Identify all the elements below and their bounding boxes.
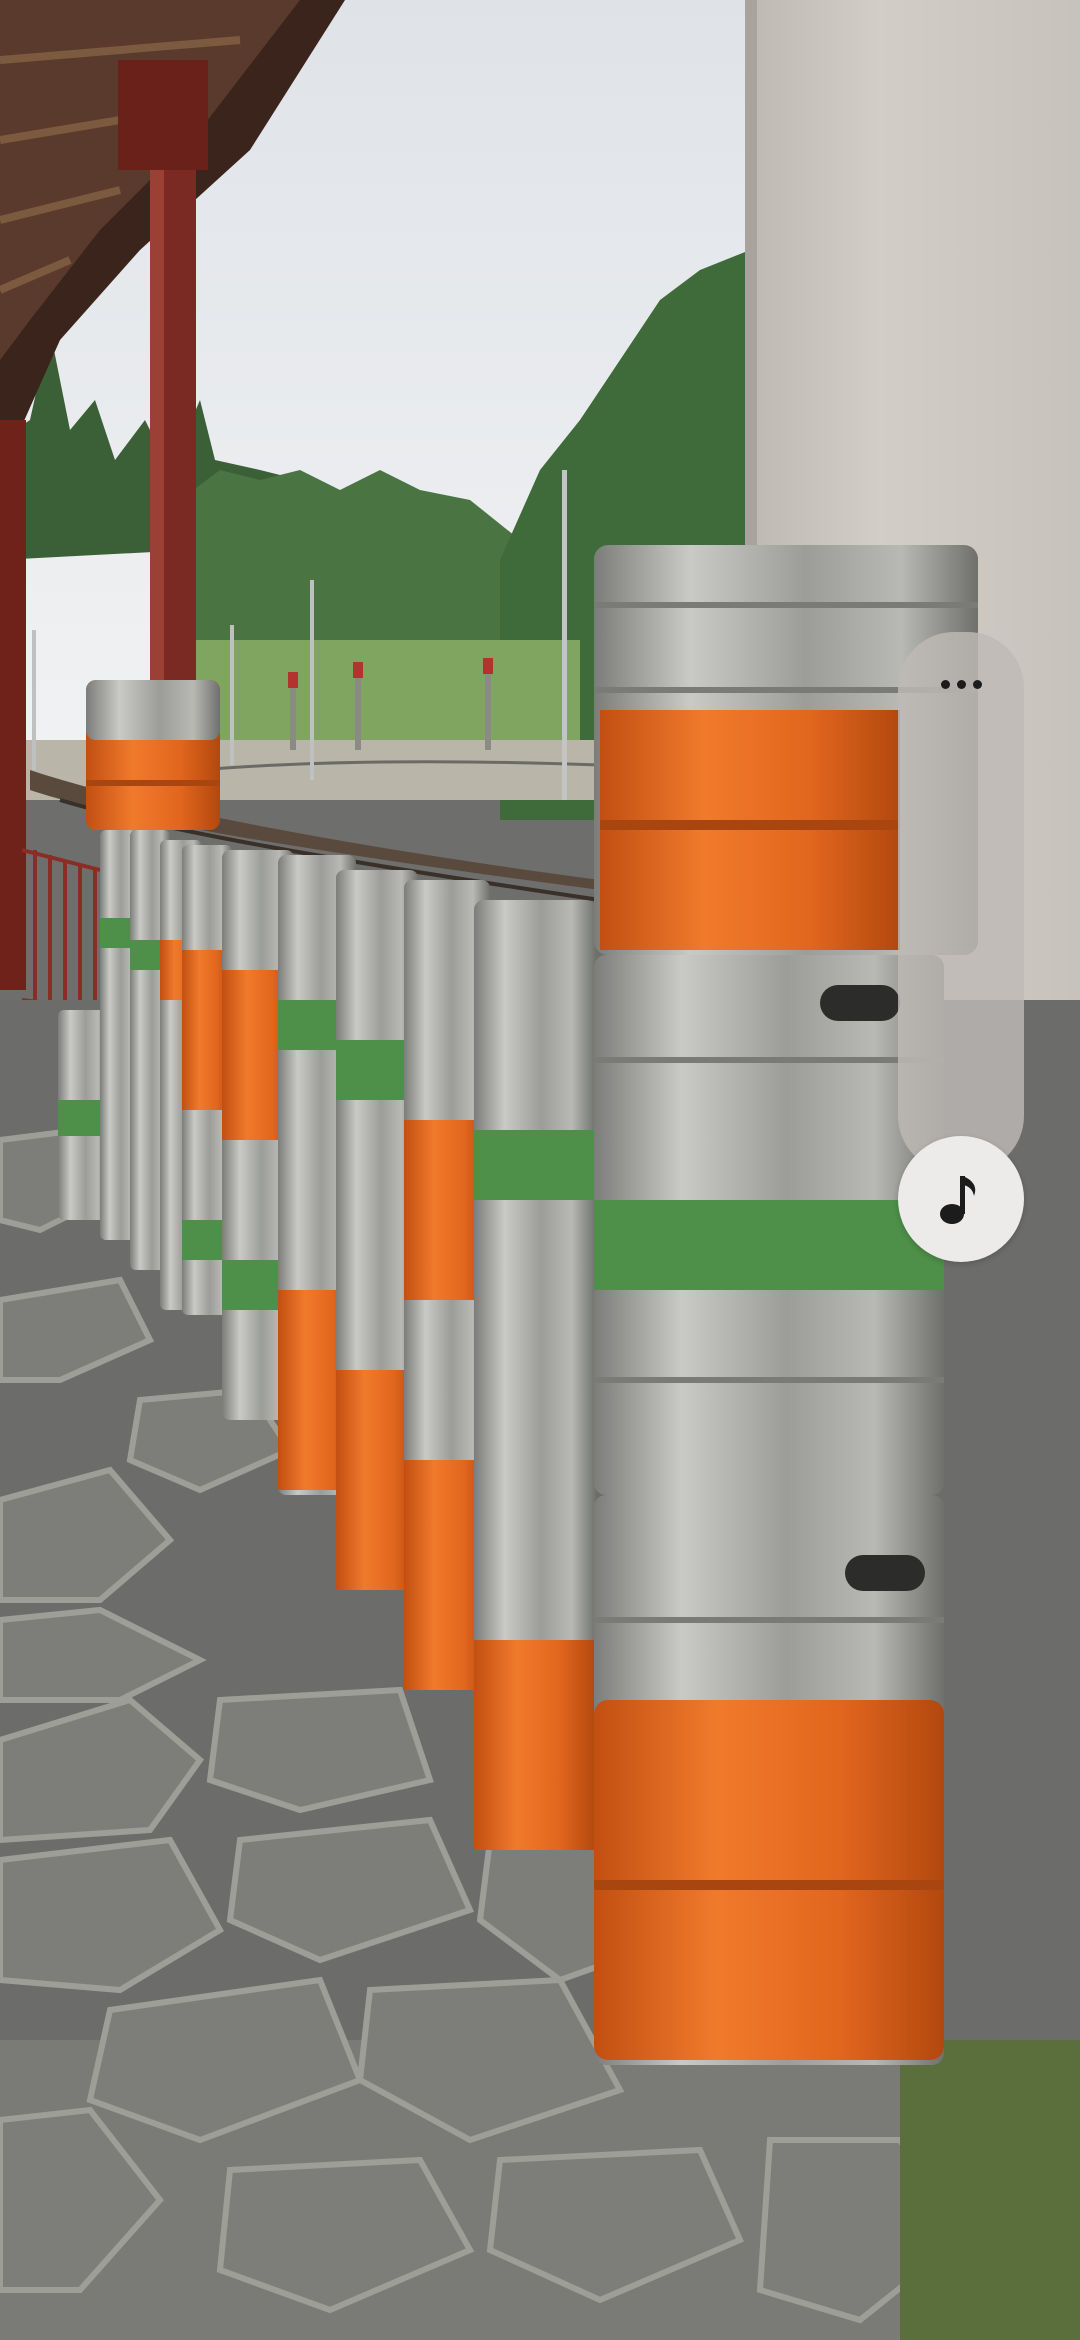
floating-side-panel[interactable] xyxy=(898,632,1024,1172)
platform-railing xyxy=(21,848,101,1012)
music-note-icon xyxy=(940,1176,976,1224)
more-horizontal-icon[interactable] xyxy=(898,672,1024,696)
keg-column-stack xyxy=(86,680,220,830)
grass-field xyxy=(160,640,580,750)
music-note-button[interactable] xyxy=(898,1136,1024,1262)
grass-patch xyxy=(900,2040,1080,2340)
station-column-left xyxy=(0,420,26,990)
